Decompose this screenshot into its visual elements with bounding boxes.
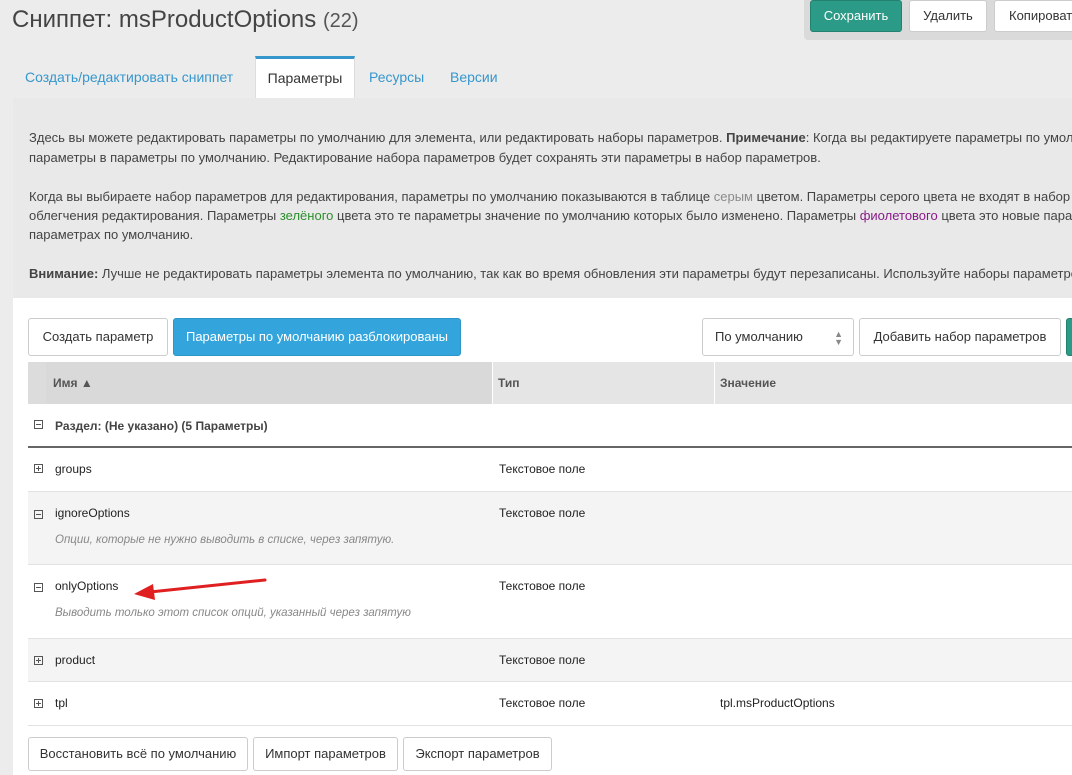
annotation-arrow-icon — [134, 578, 267, 600]
